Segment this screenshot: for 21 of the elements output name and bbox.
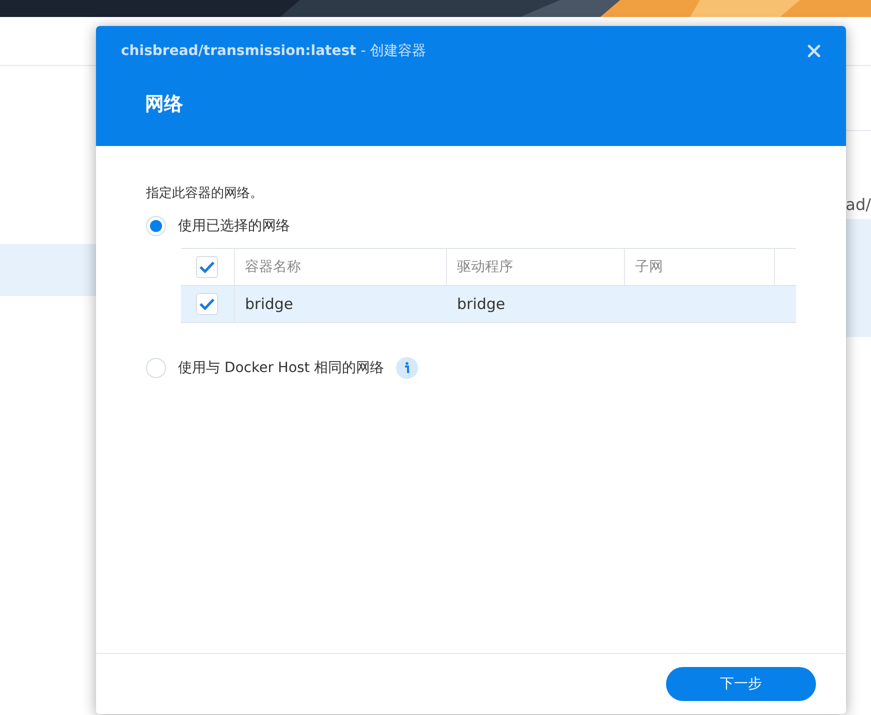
info-icon[interactable] xyxy=(396,357,418,379)
step-title: 网络 xyxy=(145,92,184,117)
table-row[interactable]: bridge bridge xyxy=(181,286,796,322)
checkbox[interactable] xyxy=(196,256,218,278)
window-title: chisbread/transmission:latest - 创建容器 xyxy=(121,42,426,60)
check-icon xyxy=(199,261,215,273)
next-button[interactable]: 下一步 xyxy=(666,667,816,701)
column-header[interactable]: 子网 xyxy=(635,258,663,276)
option-label: 使用与 Docker Host 相同的网络 xyxy=(178,359,384,377)
radio-button[interactable] xyxy=(146,216,166,236)
option-label: 使用已选择的网络 xyxy=(178,217,290,235)
description-text: 指定此容器的网络。 xyxy=(146,185,264,202)
check-icon xyxy=(199,298,215,310)
checkbox[interactable] xyxy=(196,293,218,315)
path-text: ad/ xyxy=(846,195,871,214)
table-cell: bridge xyxy=(457,295,506,313)
table-cell: bridge xyxy=(245,295,294,313)
radio-button[interactable] xyxy=(146,358,166,378)
close-icon[interactable] xyxy=(807,44,821,58)
column-header[interactable]: 驱动程序 xyxy=(457,258,513,276)
column-header[interactable]: 容器名称 xyxy=(245,258,301,276)
